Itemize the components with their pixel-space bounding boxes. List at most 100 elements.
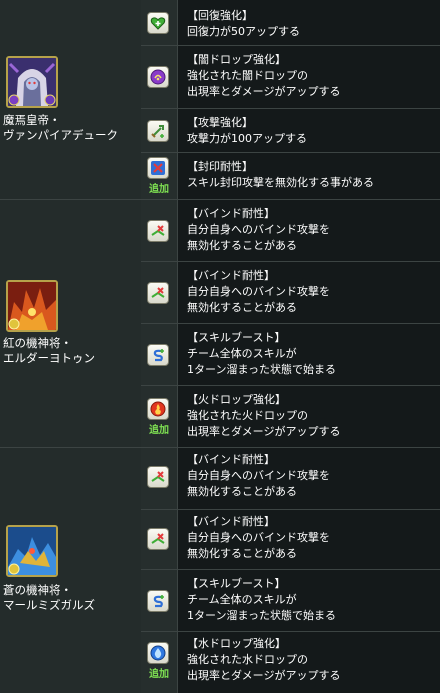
awakening-row: 追加 【火ドロップ強化】 強化された火ドロップの 出現率とダメージがアップする: [141, 386, 440, 447]
awakening-title: 【バインド耐性】: [187, 207, 275, 220]
added-tag: 追加: [149, 669, 169, 680]
mar-midgardsormr-portrait[interactable]: [6, 525, 58, 577]
bind-resist-icon[interactable]: [147, 282, 169, 304]
sword-attack-icon[interactable]: [147, 120, 169, 142]
character-name: 蒼の機神将・ マールミズガルズ: [3, 583, 95, 613]
awakening-description: 【バインド耐性】 自分自身へのバインド攻撃を 無効化することがある: [187, 452, 438, 500]
awakening-title: 【封印耐性】: [187, 160, 253, 173]
awakening-description: 【火ドロップ強化】 強化された火ドロップの 出現率とダメージがアップする: [187, 392, 438, 440]
skill-seal-resist-icon[interactable]: [147, 157, 169, 179]
character-cell: 魔焉皇帝・ ヴァンパイアデューク: [0, 0, 142, 199]
awakening-icon-cell: 追加: [141, 632, 178, 693]
character-name: 紅の機神将・ エルダーヨトゥン: [3, 336, 95, 366]
bind-resist-icon[interactable]: [147, 528, 169, 550]
awakening-icon-cell: [141, 200, 178, 261]
skill-boost-icon[interactable]: [147, 590, 169, 612]
character-name-line1: 蒼の機神将・: [3, 583, 72, 597]
skill-boost-icon[interactable]: [147, 344, 169, 366]
awakening-row: 【バインド耐性】 自分自身へのバインド攻撃を 無効化することがある: [141, 448, 440, 510]
awakening-description: 【闇ドロップ強化】 強化された闇ドロップの 出現率とダメージがアップする: [187, 52, 438, 100]
elder-jotun-portrait[interactable]: [6, 280, 58, 332]
awakening-desc-line: 無効化することがある: [187, 301, 297, 314]
awakening-title: 【バインド耐性】: [187, 269, 275, 282]
character-group-vampire-duke: 魔焉皇帝・ ヴァンパイアデューク 【回復強化】 回復力が50アップする 【闇ドロ…: [0, 0, 440, 200]
awakening-desc-line: 自分自身へのバインド攻撃を: [187, 285, 330, 298]
awakening-title: 【バインド耐性】: [187, 453, 275, 466]
character-cell: 紅の機神将・ エルダーヨトゥン: [0, 200, 142, 447]
awakening-desc-line: 強化された闇ドロップの: [187, 69, 308, 82]
awakening-description: 【バインド耐性】 自分自身へのバインド攻撃を 無効化することがある: [187, 206, 438, 254]
added-tag: 追加: [149, 425, 169, 436]
awakening-row: 【攻撃強化】 攻撃力が100アップする: [141, 109, 440, 153]
vampire-duke-portrait[interactable]: [6, 56, 58, 108]
dark-orb-icon[interactable]: [147, 66, 169, 88]
character-name-line2: エルダーヨトゥン: [3, 351, 95, 365]
awakening-title: 【バインド耐性】: [187, 515, 275, 528]
character-name-line2: マールミズガルズ: [3, 598, 95, 612]
character-name: 魔焉皇帝・ ヴァンパイアデューク: [3, 113, 118, 143]
awakening-desc-line: 無効化することがある: [187, 239, 297, 252]
bind-resist-icon[interactable]: [147, 220, 169, 242]
awakening-description: 【水ドロップ強化】 強化された水ドロップの 出現率とダメージがアップする: [187, 636, 438, 684]
awakening-icon-cell: 追加: [141, 153, 178, 199]
awakening-title: 【水ドロップ強化】: [187, 637, 286, 650]
character-group-mar-midgardsormr: 蒼の機神将・ マールミズガルズ 【バインド耐性】 自分自身へのバインド攻撃を 無…: [0, 448, 440, 693]
awakening-desc-line: 強化された水ドロップの: [187, 653, 308, 666]
awakening-title: 【スキルブースト】: [187, 331, 286, 344]
awakening-table: 魔焉皇帝・ ヴァンパイアデューク 【回復強化】 回復力が50アップする 【闇ドロ…: [0, 0, 440, 693]
awakening-icon-cell: [141, 448, 178, 509]
awakening-row: 追加 【封印耐性】 スキル封印攻撃を無効化する事がある: [141, 153, 440, 199]
awakening-row: 【スキルブースト】 チーム全体のスキルが 1ターン溜まった状態で始まる: [141, 570, 440, 632]
awakening-desc-line: スキル封印攻撃を無効化する事がある: [187, 176, 374, 189]
character-name-line2: ヴァンパイアデューク: [3, 128, 118, 142]
awakening-icon-cell: [141, 0, 178, 45]
awakening-desc-line: 1ターン溜まった状態で始まる: [187, 609, 337, 622]
character-group-elder-jotun: 紅の機神将・ エルダーヨトゥン 【バインド耐性】 自分自身へのバインド攻撃を 無…: [0, 200, 440, 448]
awakening-title: 【回復強化】: [187, 9, 253, 22]
awakening-row: 【バインド耐性】 自分自身へのバインド攻撃を 無効化することがある: [141, 510, 440, 570]
bind-resist-icon[interactable]: [147, 466, 169, 488]
awakening-row: 【回復強化】 回復力が50アップする: [141, 0, 440, 46]
awakening-description: 【バインド耐性】 自分自身へのバインド攻撃を 無効化することがある: [187, 268, 438, 316]
water-orb-icon[interactable]: [147, 642, 169, 664]
awakening-icon-cell: [141, 262, 178, 323]
awakening-title: 【スキルブースト】: [187, 577, 286, 590]
awakening-description: 【回復強化】 回復力が50アップする: [187, 8, 438, 40]
awakening-title: 【闇ドロップ強化】: [187, 53, 286, 66]
awakening-description: 【バインド耐性】 自分自身へのバインド攻撃を 無効化することがある: [187, 514, 438, 562]
awakening-icon-cell: [141, 570, 178, 631]
awakening-desc-line: 自分自身へのバインド攻撃を: [187, 223, 330, 236]
awakening-desc-line: 無効化することがある: [187, 485, 297, 498]
awakening-icon-cell: [141, 324, 178, 385]
character-name-line1: 紅の機神将・: [3, 336, 72, 350]
awakening-desc-line: 自分自身へのバインド攻撃を: [187, 469, 330, 482]
awakening-icon-cell: [141, 109, 178, 152]
awakening-row: 追加 【水ドロップ強化】 強化された水ドロップの 出現率とダメージがアップする: [141, 632, 440, 693]
awakening-desc-line: 1ターン溜まった状態で始まる: [187, 363, 337, 376]
heart-heal-icon[interactable]: [147, 12, 169, 34]
awakening-title: 【火ドロップ強化】: [187, 393, 286, 406]
character-name-line1: 魔焉皇帝・: [3, 113, 61, 127]
awakening-desc-line: 出現率とダメージがアップする: [187, 669, 341, 682]
awakening-desc-line: 出現率とダメージがアップする: [187, 425, 341, 438]
awakening-icon-cell: 追加: [141, 386, 178, 447]
awakening-row: 【バインド耐性】 自分自身へのバインド攻撃を 無効化することがある: [141, 262, 440, 324]
awakening-row: 【闇ドロップ強化】 強化された闇ドロップの 出現率とダメージがアップする: [141, 46, 440, 109]
awakening-desc-line: 強化された火ドロップの: [187, 409, 308, 422]
character-cell: 蒼の機神将・ マールミズガルズ: [0, 448, 142, 693]
fire-orb-icon[interactable]: [147, 398, 169, 420]
awakening-desc-line: 自分自身へのバインド攻撃を: [187, 531, 330, 544]
awakening-icon-cell: [141, 46, 178, 108]
awakening-description: 【攻撃強化】 攻撃力が100アップする: [187, 115, 438, 147]
awakening-title: 【攻撃強化】: [187, 116, 253, 129]
awakening-icon-cell: [141, 510, 178, 569]
awakening-desc-line: 無効化することがある: [187, 547, 297, 560]
awakening-description: 【スキルブースト】 チーム全体のスキルが 1ターン溜まった状態で始まる: [187, 576, 438, 624]
awakening-description: 【スキルブースト】 チーム全体のスキルが 1ターン溜まった状態で始まる: [187, 330, 438, 378]
awakening-desc-line: 回復力が50アップする: [187, 25, 300, 38]
awakening-desc-line: チーム全体のスキルが: [187, 347, 297, 360]
awakening-row: 【スキルブースト】 チーム全体のスキルが 1ターン溜まった状態で始まる: [141, 324, 440, 386]
awakening-desc-line: 出現率とダメージがアップする: [187, 85, 341, 98]
awakening-desc-line: チーム全体のスキルが: [187, 593, 297, 606]
awakening-description: 【封印耐性】 スキル封印攻撃を無効化する事がある: [187, 159, 438, 191]
